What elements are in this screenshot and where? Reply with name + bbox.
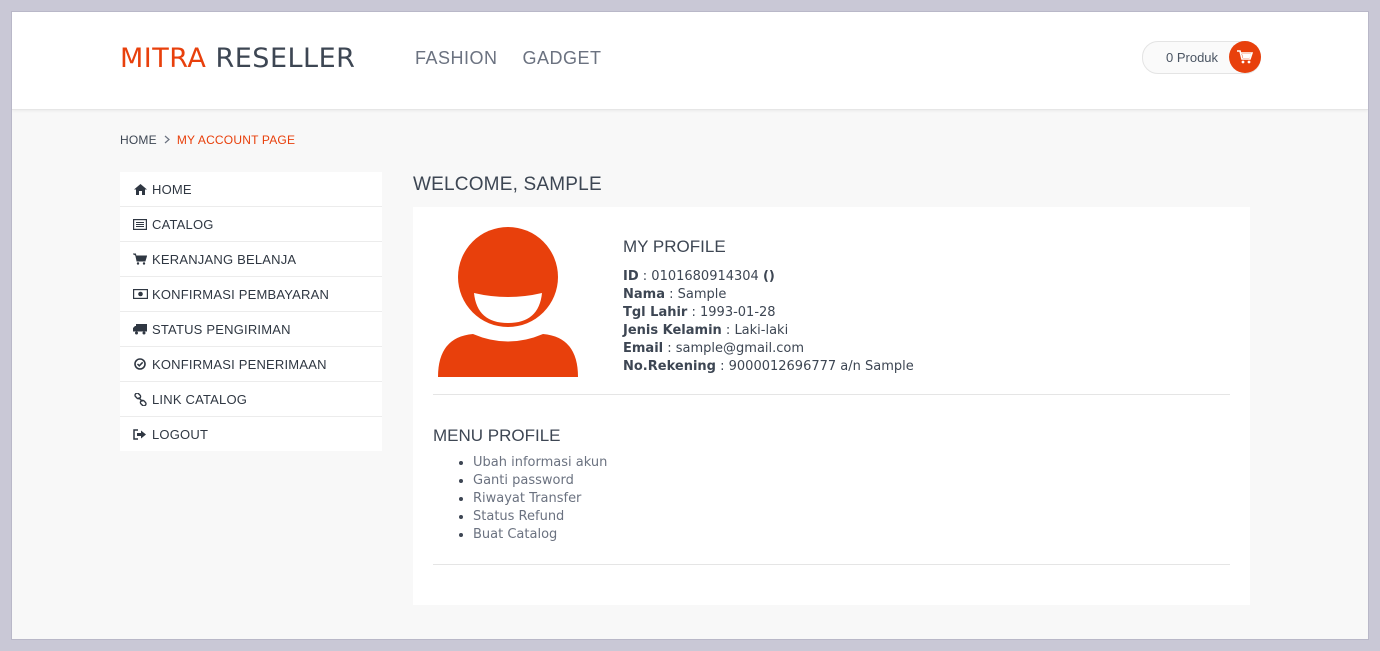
sidebar-item-label: HOME xyxy=(152,181,192,197)
chevron-right-icon xyxy=(164,133,170,147)
profile-tgl-lahir: Tgl Lahir : 1993-01-28 xyxy=(623,305,776,320)
sidebar-item-keranjang[interactable]: KERANJANG BELANJA xyxy=(120,242,382,277)
profile-email: Email : sample@gmail.com xyxy=(623,341,805,356)
cart-icon xyxy=(132,252,148,266)
sidebar-item-logout[interactable]: LOGOUT xyxy=(120,417,382,451)
logo-mitra: MITRA xyxy=(120,43,207,74)
profile-rekening: No.Rekening : 9000012696777 a/n Sample xyxy=(623,359,914,374)
account-sidebar: HOME CATALOG KERANJANG BELANJA KONFIRMAS… xyxy=(120,172,382,451)
menu-profile-title: MENU PROFILE xyxy=(433,426,561,445)
menu-profile-list: Ubah informasi akun Ganti password Riway… xyxy=(453,454,607,544)
header: MITRA RESELLER FASHION GADGET 0 Produk xyxy=(12,12,1368,110)
cart-icon[interactable] xyxy=(1229,41,1261,73)
sidebar-item-konfirmasi-pembayaran[interactable]: KONFIRMASI PEMBAYARAN xyxy=(120,277,382,312)
logo-reseller: RESELLER xyxy=(215,43,356,74)
check-circle-icon xyxy=(132,357,148,371)
profile-id: ID : 0101680914304 () xyxy=(623,269,775,284)
avatar xyxy=(438,227,578,377)
profile-card: MY PROFILE ID : 0101680914304 () Nama : … xyxy=(413,207,1250,605)
truck-icon xyxy=(132,322,148,336)
sidebar-item-label: LINK CATALOG xyxy=(152,391,248,407)
nav-gadget[interactable]: GADGET xyxy=(523,48,602,69)
my-profile-section: MY PROFILE ID : 0101680914304 () Nama : … xyxy=(623,237,914,376)
cart-count: 0 Produk xyxy=(1166,50,1219,65)
divider xyxy=(433,394,1230,395)
logo[interactable]: MITRA RESELLER xyxy=(120,43,355,74)
profile-title: MY PROFILE xyxy=(623,237,726,256)
sidebar-item-label: LOGOUT xyxy=(152,426,209,442)
list-icon xyxy=(132,217,148,231)
breadcrumb-home[interactable]: HOME xyxy=(120,133,157,147)
home-icon xyxy=(132,182,148,196)
cart-button[interactable]: 0 Produk xyxy=(1142,41,1261,74)
main-nav: FASHION GADGET xyxy=(415,48,602,69)
sidebar-item-label: KONFIRMASI PEMBAYARAN xyxy=(152,286,330,302)
link-icon xyxy=(132,392,148,406)
sidebar-item-label: CATALOG xyxy=(152,216,214,232)
welcome-heading: WELCOME, SAMPLE xyxy=(413,174,602,195)
menu-item-status-refund[interactable]: Status Refund xyxy=(473,508,607,526)
sidebar-item-home[interactable]: HOME xyxy=(120,172,382,207)
sidebar-item-status-pengiriman[interactable]: STATUS PENGIRIMAN xyxy=(120,312,382,347)
sidebar-item-label: KERANJANG BELANJA xyxy=(152,251,297,267)
breadcrumb: HOME MY ACCOUNT PAGE xyxy=(120,133,295,147)
sidebar-item-label: STATUS PENGIRIMAN xyxy=(152,321,291,337)
sidebar-item-catalog[interactable]: CATALOG xyxy=(120,207,382,242)
sidebar-item-konfirmasi-penerimaan[interactable]: KONFIRMASI PENERIMAAN xyxy=(120,347,382,382)
menu-item-ganti-password[interactable]: Ganti password xyxy=(473,472,607,490)
sidebar-item-label: KONFIRMASI PENERIMAAN xyxy=(152,356,327,372)
menu-item-riwayat-transfer[interactable]: Riwayat Transfer xyxy=(473,490,607,508)
profile-nama: Nama : Sample xyxy=(623,287,727,302)
breadcrumb-current: MY ACCOUNT PAGE xyxy=(176,133,296,147)
money-icon xyxy=(132,287,148,301)
menu-item-ubah-informasi[interactable]: Ubah informasi akun xyxy=(473,454,607,472)
sign-out-icon xyxy=(132,427,148,441)
profile-jenis-kelamin: Jenis Kelamin : Laki-laki xyxy=(623,323,789,338)
divider xyxy=(433,564,1230,565)
menu-item-buat-catalog[interactable]: Buat Catalog xyxy=(473,526,607,544)
nav-fashion[interactable]: FASHION xyxy=(415,48,498,69)
page-frame: MITRA RESELLER FASHION GADGET 0 Produk H… xyxy=(12,12,1368,639)
sidebar-item-link-catalog[interactable]: LINK CATALOG xyxy=(120,382,382,417)
